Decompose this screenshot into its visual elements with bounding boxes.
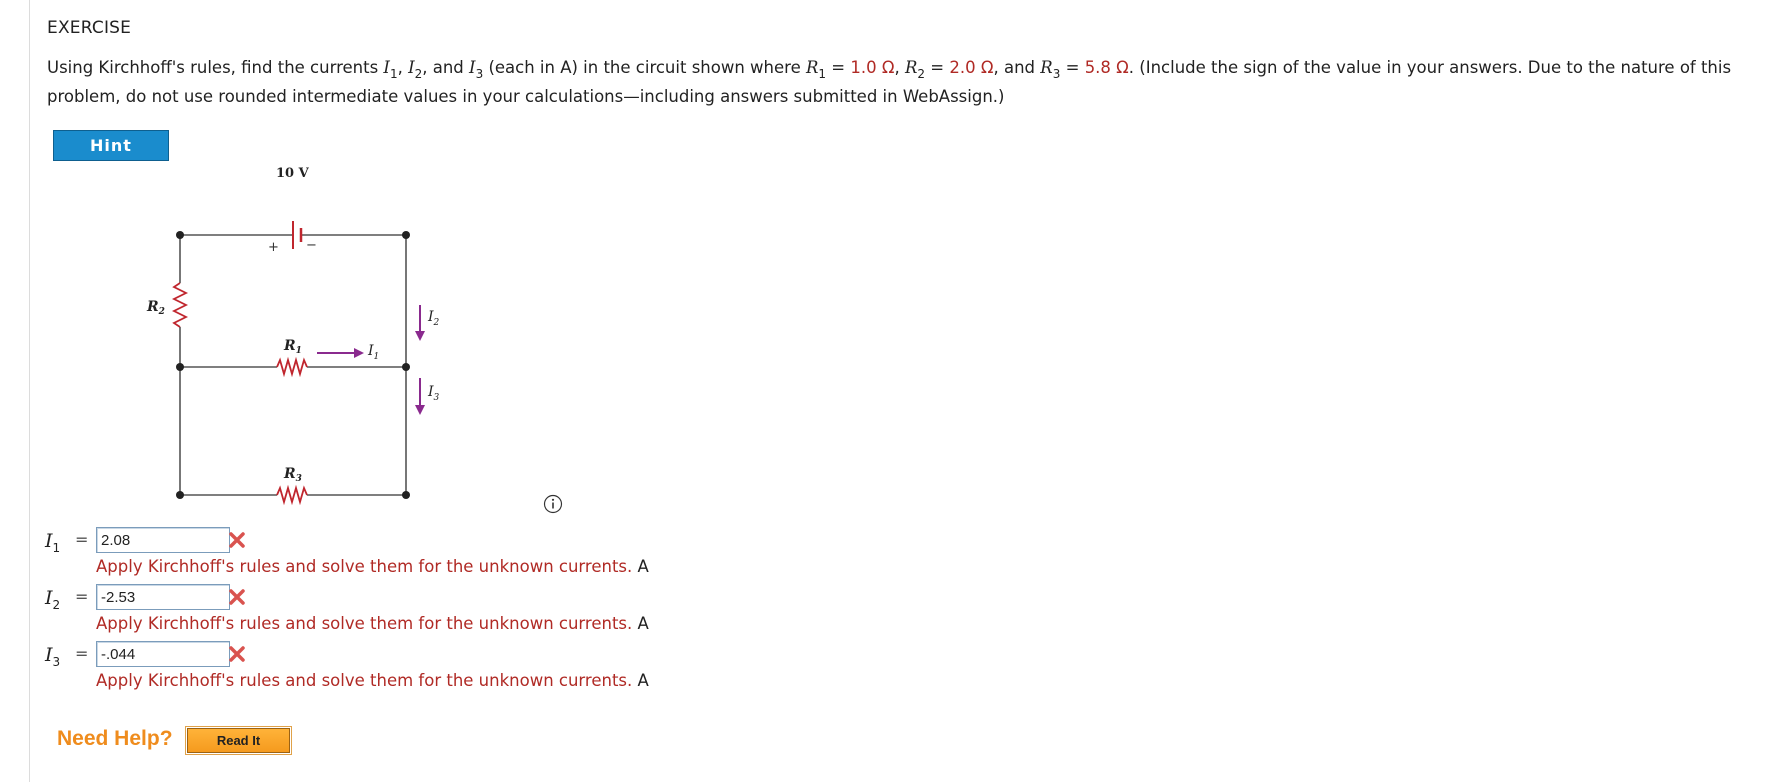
x-icon — [229, 532, 245, 548]
r1-value: 1.0 Ω — [850, 58, 895, 77]
var-i1: I1 — [383, 58, 398, 81]
junction-dots — [176, 231, 410, 499]
x-icon — [229, 589, 245, 605]
arrow-i1 — [317, 348, 364, 358]
circuit-diagram: 10 V + − R2 R1 R3 I1 I2 I3 — [146, 166, 440, 506]
r2-value: 2.0 Ω — [949, 58, 994, 77]
junction-dot — [402, 491, 410, 499]
r3-label: R3 — [283, 466, 302, 484]
battery-plus: + — [268, 240, 279, 255]
var-r3: R3 — [1040, 58, 1061, 81]
junction-dot — [176, 491, 184, 499]
var-r2: R2 — [904, 58, 926, 81]
hint-button[interactable]: Hint — [53, 130, 169, 161]
feedback-i2: Apply Kirchhoff's rules and solve them f… — [96, 614, 649, 633]
junction-dot — [176, 231, 184, 239]
feedback-i1: Apply Kirchhoff's rules and solve them f… — [96, 557, 649, 576]
var-r1: R1 — [805, 58, 827, 81]
junction-dot — [402, 363, 410, 371]
r3-value: 5.8 Ω — [1084, 58, 1129, 77]
answer-input-i2[interactable] — [96, 584, 230, 610]
problem-statement: Using Kirchhoff's rules, find the curren… — [47, 58, 1732, 106]
r1-label: R1 — [283, 338, 302, 356]
i3-label: I3 — [427, 384, 440, 403]
answer-input-i1[interactable] — [96, 527, 230, 553]
info-icon[interactable] — [543, 494, 563, 514]
junction-dot — [402, 231, 410, 239]
resistor-r1 — [276, 356, 308, 378]
resistor-r3 — [276, 484, 308, 506]
arrow-i2 — [415, 305, 425, 341]
x-icon — [229, 646, 245, 662]
battery-label: 10 V — [276, 166, 310, 181]
arrow-i3 — [415, 378, 425, 415]
i1-label: I1 — [367, 343, 379, 362]
read-it-button[interactable]: Read It — [185, 726, 292, 755]
equals-sign: = — [75, 644, 89, 663]
left-divider — [29, 0, 30, 782]
battery-symbol — [292, 221, 303, 249]
var-i3: I3 — [469, 58, 484, 81]
resistor-r2 — [171, 282, 189, 328]
equals-sign: = — [75, 587, 89, 606]
feedback-i3: Apply Kirchhoff's rules and solve them f… — [96, 671, 649, 690]
answer-input-i3[interactable] — [96, 641, 230, 667]
r2-label: R2 — [146, 299, 165, 317]
equals-sign: = — [75, 530, 89, 549]
var-i2: I2 — [408, 58, 423, 81]
junction-dot — [176, 363, 184, 371]
battery-minus: − — [306, 238, 317, 253]
section-label: EXERCISE — [47, 18, 132, 38]
i2-label: I2 — [427, 309, 440, 328]
need-help-label: Need Help? — [57, 727, 173, 750]
